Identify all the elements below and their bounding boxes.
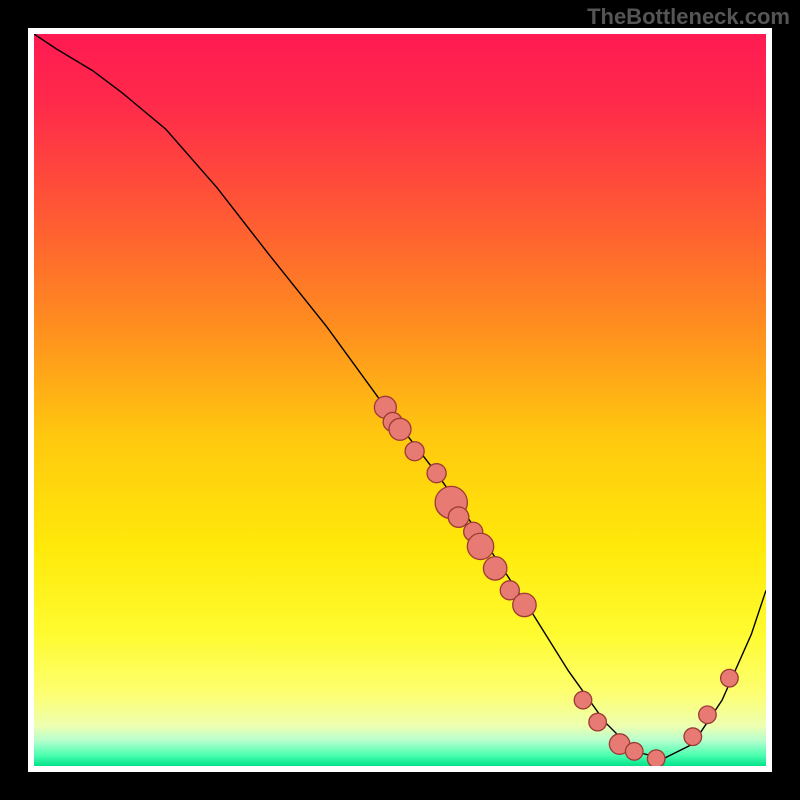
data-marker	[647, 750, 665, 766]
data-marker	[721, 669, 739, 687]
data-marker	[427, 464, 446, 483]
chart-frame: TheBottleneck.com	[0, 0, 800, 800]
data-marker	[467, 533, 493, 559]
curve-markers	[374, 396, 738, 766]
data-marker	[389, 418, 411, 440]
watermark-label: TheBottleneck.com	[587, 4, 790, 30]
data-marker	[574, 691, 592, 709]
data-marker	[483, 557, 506, 580]
data-marker	[625, 743, 643, 761]
data-marker	[699, 706, 717, 724]
data-marker	[448, 507, 468, 527]
data-marker	[684, 728, 702, 746]
data-marker	[589, 713, 607, 731]
plot-area-outer	[28, 28, 772, 772]
curve-path	[34, 34, 766, 759]
plot-area	[34, 34, 766, 766]
data-marker	[405, 442, 424, 461]
bottleneck-curve	[34, 34, 766, 766]
data-marker	[513, 593, 536, 616]
